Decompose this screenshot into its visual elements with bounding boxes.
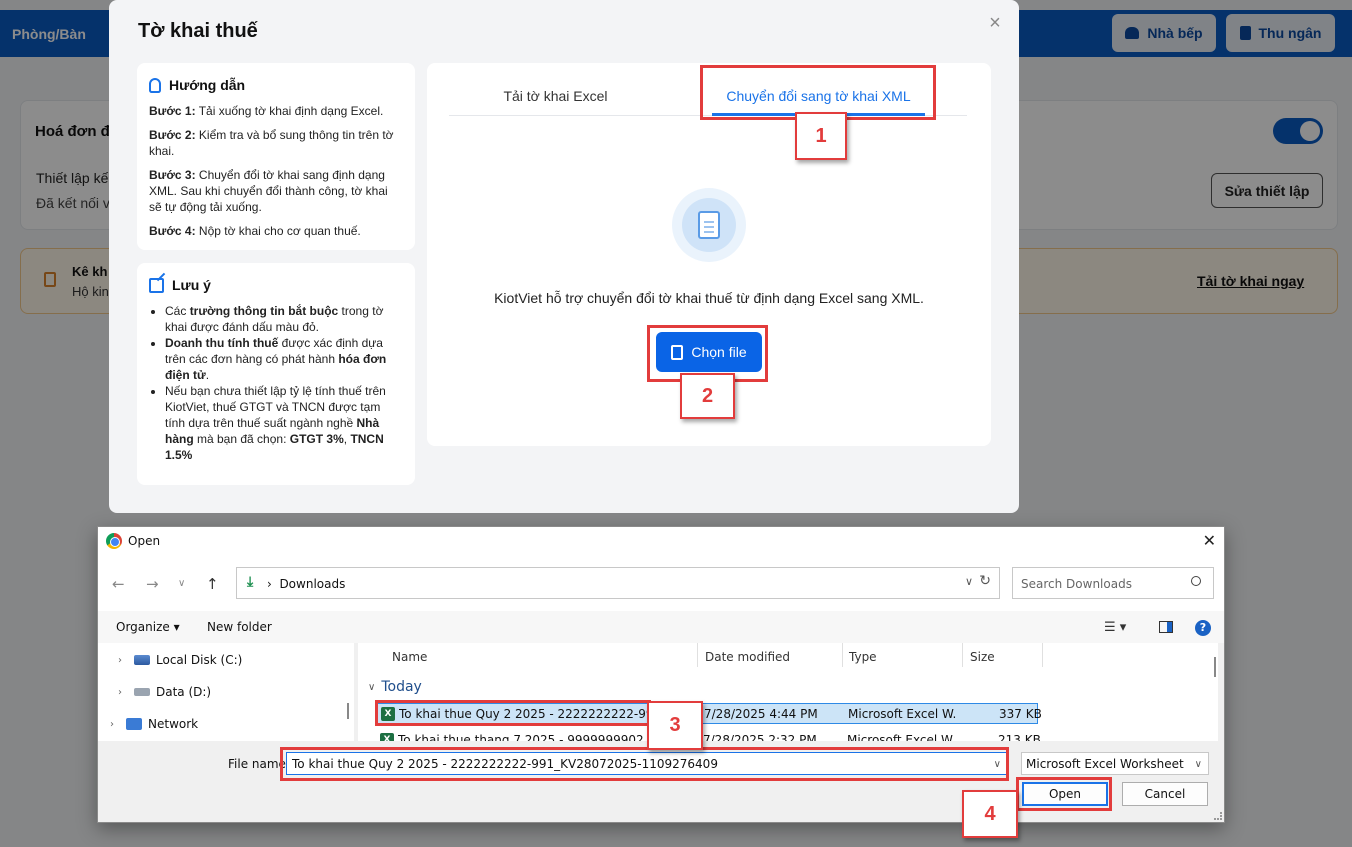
chevron-down-icon: ∨ [368,681,376,693]
network-icon [126,718,142,730]
search-icon [1191,576,1201,586]
new-folder-button[interactable]: New folder [207,620,272,634]
annotation-number-2: 2 [680,373,735,419]
chevron-right-icon: › [118,654,122,666]
file-type-cell: Microsoft Excel W... [848,707,956,721]
search-input[interactable]: Search Downloads [1012,567,1214,599]
annotation-box-4 [1016,777,1112,811]
chrome-icon [106,533,122,549]
tree-item-label: Network [148,717,199,731]
chevron-right-icon: › [110,718,114,730]
file-list: Name Date modified Type Size ∨ Today X T… [358,643,1218,741]
guide-heading: Hướng dẫn [149,77,245,93]
column-separator [1042,643,1043,667]
chevron-down-icon: ∨ [1194,759,1202,770]
file-type-value: Microsoft Excel Worksheet [1026,757,1184,771]
tree-scrollbar[interactable] [347,703,349,719]
forward-arrow-icon[interactable]: → [146,575,159,593]
help-icon[interactable]: ? [1195,620,1211,636]
annotation-number-1: 1 [795,112,847,160]
dialog-titlebar: Open ✕ [98,527,1224,555]
drive-icon [134,688,150,696]
convert-description: KiotViet hỗ trợ chuyển đổi tờ khai thuế … [494,290,924,306]
guide-step-4: Bước 4: Nộp tờ khai cho cơ quan thuế. [149,224,361,238]
breadcrumb: › Downloads [267,577,346,591]
tree-item-network[interactable]: › Network [110,717,198,731]
back-arrow-icon[interactable]: ← [112,575,125,593]
notes-panel: Lưu ý Các trường thông tin bắt buộc tron… [137,263,415,485]
preview-pane-icon[interactable] [1159,621,1173,633]
tree-item-local-disk[interactable]: › Local Disk (C:) [118,653,242,667]
tree-item-label: Local Disk (C:) [156,653,243,667]
column-type[interactable]: Type [849,650,877,664]
file-list-scrollbar[interactable] [1214,657,1216,677]
annotation-number-4: 4 [962,790,1018,838]
tree-item-data-drive[interactable]: › Data (D:) [118,685,211,699]
up-arrow-icon[interactable]: ↑ [206,575,219,593]
modal-title: Tờ khai thuế [138,20,258,42]
note-item-1: Các trường thông tin bắt buộc trong tờ k… [165,303,403,335]
resize-grip[interactable] [1214,812,1222,820]
column-separator [962,643,963,667]
file-icon [698,211,720,239]
annotation-box-3b [375,700,651,726]
file-date-cell: 7/28/2025 2:32 PM [703,733,817,741]
dialog-toolbar: Organize ▾ New folder ☰ ▾ ? [98,611,1224,643]
tree-item-label: Data (D:) [156,685,212,699]
close-icon[interactable]: × [986,13,1004,33]
file-type-cell: Microsoft Excel W... [847,733,955,741]
column-size[interactable]: Size [970,650,995,664]
file-date-cell: 7/28/2025 4:44 PM [704,707,818,721]
tab-excel[interactable]: Tải tờ khai Excel [477,88,634,104]
annotation-box-3a [280,747,1009,781]
file-size-cell: 337 KB [999,707,1042,721]
lightbulb-icon [149,77,161,93]
navigation-tree: › Local Disk (C:) › Data (D:) › Network [98,643,354,741]
note-item-2: Doanh thu tính thuế được xác định dựa tr… [165,335,403,383]
notes-heading: Lưu ý [149,277,211,293]
search-placeholder: Search Downloads [1021,577,1132,591]
view-options-icon[interactable]: ☰ ▾ [1104,620,1126,635]
guide-heading-text: Hướng dẫn [169,77,246,93]
address-bar[interactable]: ⤓ › Downloads ∨ ↻ [236,567,1000,599]
file-size-cell: 213 KB [998,733,1041,741]
column-separator [697,643,698,667]
column-separator [842,643,843,667]
cancel-button[interactable]: Cancel [1122,782,1208,806]
table-row[interactable]: X To khai thue thang 7 2025 - 9999999902… [376,730,1041,741]
guide-step-2: Bước 2: Kiểm tra và bổ sung thông tin tr… [149,128,394,158]
guide-step-3: Bước 3: Chuyển đổi tờ khai sang định dạn… [149,168,388,214]
document-illustration [672,188,746,262]
refresh-icon[interactable]: ↻ [979,573,991,589]
file-type-select[interactable]: Microsoft Excel Worksheet ∨ [1021,752,1209,775]
notes-list: Các trường thông tin bắt buộc trong tờ k… [149,303,403,463]
close-icon[interactable]: ✕ [1203,531,1216,550]
organize-button[interactable]: Organize ▾ [116,620,180,634]
group-label: Today [381,679,422,695]
column-name[interactable]: Name [392,650,427,664]
chevron-right-icon: › [118,686,122,698]
chevron-down-icon[interactable]: ∨ [965,575,973,588]
edit-icon [149,277,164,293]
navigation-bar: ← → ∨ ↑ ⤓ › Downloads ∨ ↻ Search Downloa… [98,555,1224,611]
guide-step-1: Bước 1: Tải xuống tờ khai định dạng Exce… [149,104,384,118]
drive-icon [134,655,150,665]
column-date[interactable]: Date modified [705,650,790,664]
annotation-number-3: 3 [647,701,703,750]
download-icon: ⤓ [247,574,254,590]
recent-chevron-icon[interactable]: ∨ [178,578,185,589]
file-name-cell: To khai thue thang 7 2025 - 9999999902_K… [398,733,650,741]
note-item-3: Nếu bạn chưa thiết lập tỷ lệ tính thuế t… [165,383,403,463]
dialog-title: Open [128,534,161,548]
notes-heading-text: Lưu ý [172,277,211,293]
guide-panel: Hướng dẫn Bước 1: Tải xuống tờ khai định… [137,63,415,250]
excel-file-icon: X [380,733,394,741]
group-header[interactable]: ∨ Today [368,679,422,695]
